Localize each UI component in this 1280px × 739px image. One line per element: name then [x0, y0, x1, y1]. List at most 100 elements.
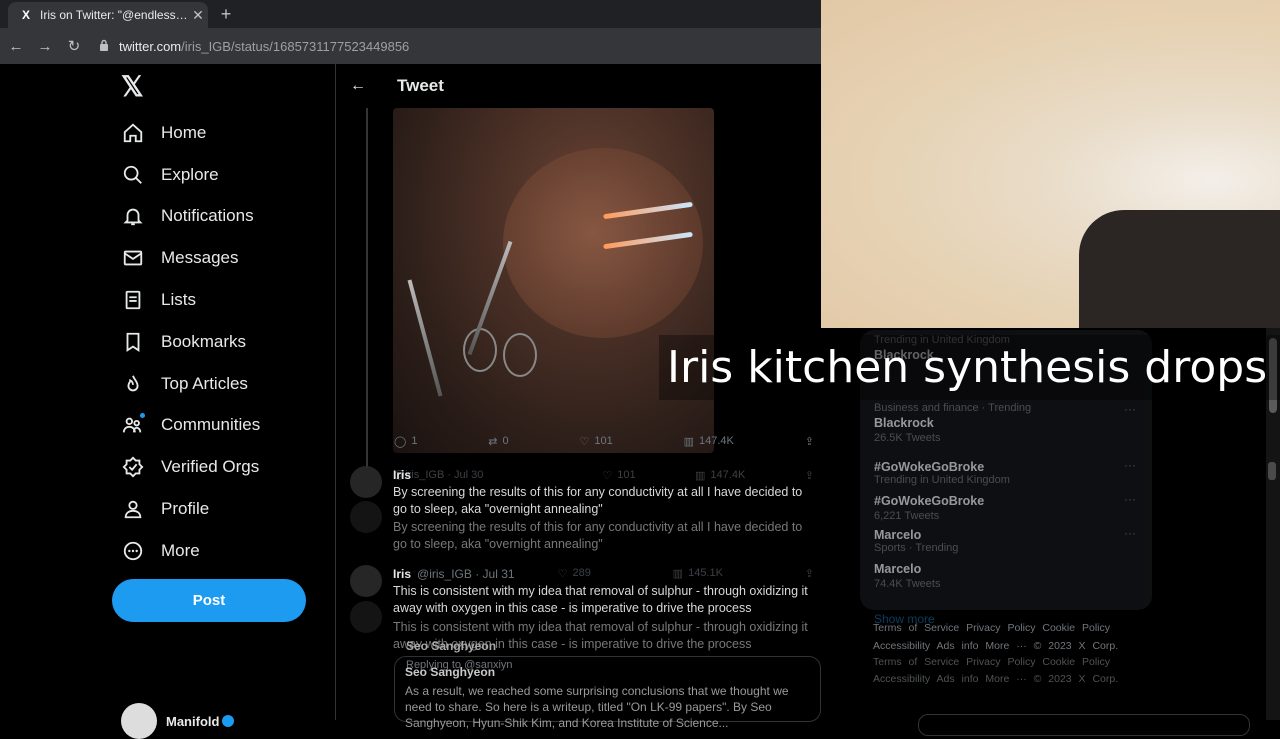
trend-title: #GoWokeGoBroke	[874, 460, 985, 474]
x-logo-icon[interactable]: 𝕏	[121, 73, 149, 101]
sidebar-item-lists[interactable]: Lists	[121, 279, 341, 321]
notification-dot	[140, 413, 145, 419]
author-name: Iris	[393, 567, 412, 581]
avatar	[350, 466, 382, 498]
quoted-tweet[interactable]: Seo Sanghyeon As a result, we reached so…	[394, 656, 821, 730]
like-action[interactable]: ♡ 289	[558, 564, 591, 582]
sidebar-item-top-articles[interactable]: Top Articles	[121, 363, 341, 405]
footer-links-ghost: Terms of Service Privacy Policy Cookie P…	[873, 656, 1110, 668]
view-count: 145.1K	[688, 567, 723, 579]
seo-author-line: Seo Sanghyeon	[406, 639, 497, 653]
list-icon	[121, 288, 145, 312]
browser-toolbar: ← → ↻ twitter.com/iris_IGB/status/168573…	[0, 28, 822, 64]
trend-item[interactable]: Marcelo 74.4K Tweets	[874, 560, 1144, 590]
url-path: /iris_IGB/status/1685731177523449856	[181, 38, 410, 54]
share-action[interactable]: ⇪	[805, 564, 814, 582]
like-count: 101	[594, 435, 613, 447]
retweet-action[interactable]: ⇄ 0	[488, 432, 508, 450]
views-action[interactable]: ▥ 147.4K	[695, 466, 745, 484]
sidebar-item-bookmarks[interactable]: Bookmarks	[121, 321, 341, 363]
views-action[interactable]: ▥ 147.4K	[684, 432, 734, 450]
lock-icon[interactable]	[99, 39, 113, 54]
back-button[interactable]: ←	[3, 38, 29, 55]
back-arrow-icon[interactable]: ←	[350, 77, 370, 95]
more-icon[interactable]: ···	[1124, 492, 1136, 506]
mail-icon	[121, 246, 145, 270]
more-icon[interactable]: ···	[1124, 458, 1136, 472]
knife-blade	[407, 279, 443, 397]
sidebar-item-communities[interactable]: Communities	[121, 405, 341, 447]
avatar	[121, 703, 157, 739]
trend-count: 6,221 Tweets	[874, 510, 940, 522]
like-action[interactable]: ♡ 101	[602, 466, 635, 484]
footer-links[interactable]: Accessibility Ads info More ··· © 2023 X…	[873, 640, 1143, 652]
account-switcher[interactable]: Manifold	[121, 703, 235, 739]
tweet-media-image[interactable]	[393, 108, 714, 453]
sidebar-item-home[interactable]: Home	[121, 112, 341, 154]
video-caption: Iris kitchen synthesis drops	[659, 335, 1280, 400]
home-icon	[121, 121, 145, 145]
sidebar-item-more[interactable]: More	[121, 530, 341, 572]
url-host: twitter.com	[119, 38, 182, 54]
sidebar-item-notifications[interactable]: Notifications	[121, 196, 341, 238]
bell-icon	[121, 204, 145, 228]
views-action[interactable]: ▥ 145.1K	[673, 564, 723, 582]
trend-item[interactable]: Marcelo Sports · Trending ···	[874, 526, 1144, 554]
heart-icon: ♡	[557, 567, 568, 580]
like-action[interactable]: ♡ 101	[580, 432, 613, 450]
tab-title: Iris on Twitter: "@endless_sine @	[40, 8, 188, 22]
browser-tab-bar: X Iris on Twitter: "@endless_sine @ ✕ +	[0, 0, 822, 28]
reply-count: 1	[411, 435, 418, 447]
reply-author: Iris	[393, 468, 411, 482]
reply-action[interactable]: ◯ 1	[394, 432, 417, 450]
close-tab-icon[interactable]: ✕	[188, 7, 208, 24]
sidebar-item-messages[interactable]: Messages	[121, 237, 341, 279]
quote-text: As a result, we reached some surprising …	[405, 684, 789, 730]
page-title: Tweet	[397, 76, 444, 95]
trend-meta: Trending in United Kingdom	[874, 474, 1010, 486]
forward-button[interactable]: →	[32, 38, 58, 55]
like-count: 289	[572, 567, 591, 579]
person-icon	[121, 497, 145, 521]
trend-title: Blackrock	[874, 416, 934, 430]
tweet-header: ← Tweet	[336, 64, 823, 108]
sidebar-item-profile[interactable]: Profile	[121, 488, 341, 530]
address-bar[interactable]: twitter.com/iris_IGB/status/168573117752…	[119, 39, 409, 54]
more-icon[interactable]: ···	[1124, 402, 1136, 416]
reply-text: By screening the results of this for any…	[393, 520, 803, 551]
sidebar-item-label: Explore	[161, 164, 219, 184]
sidebar-item-label: Home	[161, 122, 207, 142]
view-count: 147.4K	[710, 469, 746, 481]
more-icon[interactable]: ···	[1124, 526, 1136, 540]
bookmark-icon	[121, 330, 145, 354]
trend-meta: Business and finance · Trending	[874, 402, 1032, 414]
trend-item[interactable]: #GoWokeGoBroke 6,221 Tweets ···	[874, 492, 1144, 522]
x-favicon-icon: X	[21, 8, 30, 22]
avatar	[350, 565, 382, 597]
trend-item[interactable]: #GoWokeGoBroke Trending in United Kingdo…	[874, 458, 1144, 486]
trend-count: 26.5K Tweets	[874, 432, 941, 444]
footer-links-ghost: Accessibility Ads info More ··· © 2023 X…	[873, 673, 1119, 685]
quote-author: Seo Sanghyeon	[405, 665, 496, 679]
messages-drawer[interactable]	[918, 714, 1250, 736]
sidebar-item-label: Communities	[161, 415, 261, 435]
share-action[interactable]: ⇪	[805, 432, 814, 450]
reload-button[interactable]: ↻	[61, 37, 87, 55]
author-handle: @iris_IGB · Jul 31	[417, 567, 515, 581]
new-tab-button[interactable]: +	[216, 4, 236, 24]
trend-title: Marcelo	[874, 562, 922, 576]
post-button[interactable]: Post	[112, 579, 306, 622]
trend-item[interactable]: Business and finance · Trending Blackroc…	[874, 402, 1144, 444]
sidebar-item-explore[interactable]: Explore	[121, 154, 341, 196]
heart-icon: ♡	[602, 469, 613, 482]
retweet-count: 0	[502, 435, 509, 447]
views-icon: ▥	[695, 469, 706, 482]
share-action[interactable]: ⇪	[805, 466, 814, 484]
account-name: Manifold	[166, 713, 220, 729]
avatar	[350, 501, 382, 533]
thread-line	[366, 108, 368, 468]
footer-links[interactable]: Terms of Service Privacy Policy Cookie P…	[873, 622, 1143, 634]
sidebar-item-verified-orgs[interactable]: Verified Orgs	[121, 446, 341, 488]
reply-text: By screening the results of this for any…	[393, 485, 803, 516]
browser-tab[interactable]: X Iris on Twitter: "@endless_sine @ ✕	[8, 2, 208, 28]
